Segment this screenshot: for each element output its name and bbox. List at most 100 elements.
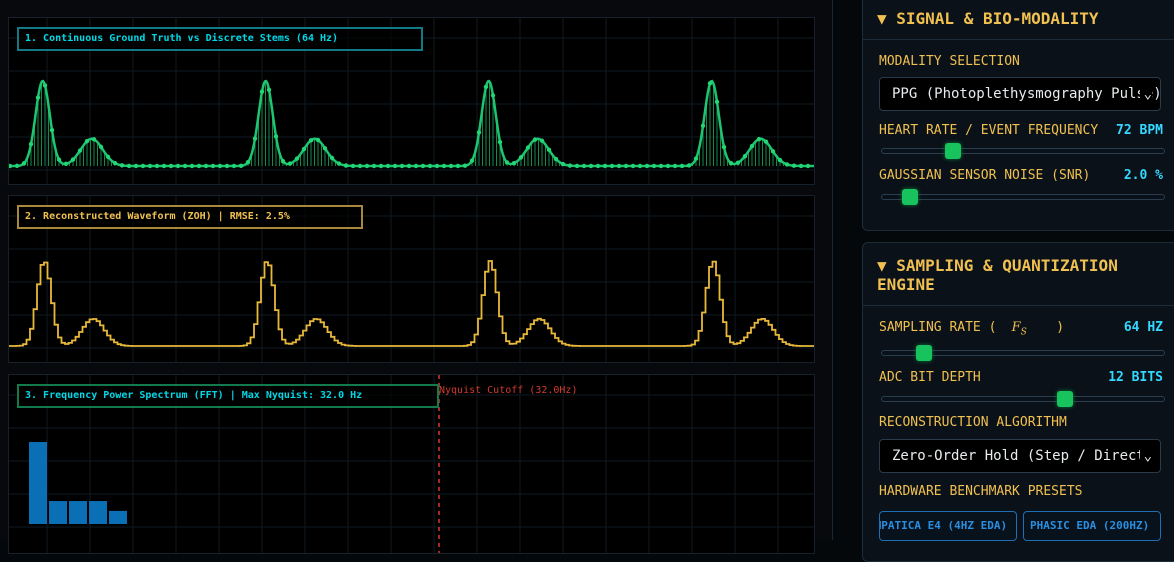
noise-label: GAUSSIAN SENSOR NOISE (SNR) bbox=[879, 168, 1091, 183]
algorithm-select[interactable]: Zero-Order Hold (Step / Direct) ⌄ bbox=[879, 439, 1161, 473]
preset-button-phasic[interactable]: PHASIC EDA (200HZ) bbox=[1023, 511, 1161, 541]
chevron-down-icon: ⌄ bbox=[1139, 78, 1152, 110]
noise-slider[interactable] bbox=[881, 189, 1165, 205]
sample-marker bbox=[91, 137, 97, 142]
noise-slider-thumb[interactable] bbox=[902, 189, 919, 205]
sample-marker bbox=[245, 159, 251, 165]
sample-marker bbox=[371, 163, 377, 169]
ground-truth-title: 1. Continuous Ground Truth vs Discrete S… bbox=[17, 27, 423, 51]
sample-marker bbox=[182, 163, 188, 169]
sample-marker bbox=[315, 137, 321, 143]
zoh-waveform-line bbox=[9, 260, 814, 347]
sample-marker bbox=[567, 163, 573, 168]
sample-marker bbox=[434, 163, 440, 169]
sample-marker bbox=[756, 136, 762, 142]
sample-marker bbox=[490, 93, 496, 98]
sampling-panel: ▼ SAMPLING & QUANTIZATION ENGINE SAMPLIN… bbox=[862, 242, 1174, 562]
sample-marker bbox=[154, 163, 160, 169]
sampling-panel-title[interactable]: ▼ SAMPLING & QUANTIZATION ENGINE bbox=[877, 256, 1167, 294]
plots-column: 1. Continuous Ground Truth vs Discrete S… bbox=[0, 0, 833, 554]
sample-marker bbox=[721, 144, 727, 150]
sample-marker bbox=[644, 163, 650, 169]
sample-marker bbox=[413, 163, 419, 169]
sample-marker bbox=[553, 156, 559, 162]
sample-marker bbox=[49, 127, 55, 133]
sample-marker bbox=[336, 161, 342, 166]
ground-truth-line bbox=[9, 79, 814, 168]
heart-rate-slider[interactable] bbox=[881, 143, 1165, 159]
sample-marker bbox=[462, 163, 468, 168]
sample-marker bbox=[805, 163, 811, 169]
sampling-rate-slider-thumb[interactable] bbox=[916, 345, 933, 361]
sample-marker bbox=[70, 157, 76, 162]
sample-marker bbox=[798, 163, 804, 169]
sample-marker bbox=[763, 139, 769, 144]
sample-marker bbox=[77, 148, 83, 153]
sample-marker bbox=[399, 163, 405, 169]
sample-marker bbox=[616, 163, 622, 169]
sample-marker bbox=[539, 138, 545, 143]
sample-marker bbox=[686, 163, 692, 168]
reconstructed-title: 2. Reconstructed Waveform (ZOH) | RMSE: … bbox=[17, 205, 363, 229]
preset-button-label: EMPATICA E4 (4HZ EDA) bbox=[879, 519, 1008, 532]
sample-marker bbox=[42, 83, 48, 88]
bit-depth-slider-thumb[interactable] bbox=[1057, 391, 1074, 407]
sample-marker bbox=[14, 163, 20, 169]
bit-depth-value: 12 BITS bbox=[1108, 370, 1163, 385]
sample-marker bbox=[56, 157, 62, 162]
sample-marker bbox=[693, 156, 699, 161]
bit-depth-label: ADC BIT DEPTH bbox=[879, 370, 981, 385]
spectrum-plot: 3. Frequency Power Spectrum (FFT) | Max … bbox=[8, 374, 815, 554]
sample-marker bbox=[364, 163, 370, 169]
sample-marker bbox=[525, 145, 531, 150]
preset-button-label: PHASIC EDA (200HZ) bbox=[1030, 519, 1150, 532]
sample-marker bbox=[532, 137, 538, 142]
sample-marker bbox=[385, 163, 391, 169]
noise-value: 2.0 % bbox=[1123, 168, 1163, 183]
sampling-rate-label-text: SAMPLING RATE ( bbox=[879, 320, 997, 335]
chevron-down-icon: ⌄ bbox=[1139, 440, 1152, 472]
control-column: ▼ SIGNAL & BIO-MODALITY MODALITY SELECTI… bbox=[848, 0, 1174, 562]
sample-marker bbox=[679, 163, 685, 169]
sample-marker bbox=[658, 163, 664, 169]
heart-rate-slider-thumb[interactable] bbox=[944, 143, 961, 159]
sample-marker bbox=[700, 123, 706, 128]
sample-marker bbox=[259, 89, 265, 94]
nyquist-cutoff-label: Nyquist Cutoff (32.0Hz) bbox=[439, 385, 578, 396]
signal-panel-title[interactable]: ▼ SIGNAL & BIO-MODALITY bbox=[877, 9, 1167, 28]
sample-marker bbox=[357, 163, 363, 169]
sample-marker bbox=[301, 146, 307, 152]
sample-marker bbox=[707, 81, 713, 86]
sample-marker bbox=[581, 163, 587, 169]
sample-marker bbox=[210, 163, 216, 169]
preset-button-empatica[interactable]: EMPATICA E4 (4HZ EDA) bbox=[879, 511, 1017, 541]
sample-marker bbox=[147, 163, 153, 169]
sample-marker bbox=[308, 138, 314, 143]
spectrum-bar bbox=[29, 442, 47, 524]
sample-marker bbox=[651, 163, 657, 169]
sample-marker bbox=[623, 163, 629, 169]
sample-marker bbox=[560, 161, 566, 167]
sample-marker bbox=[322, 146, 328, 151]
sample-marker bbox=[455, 163, 461, 169]
fs-symbol-main: F bbox=[1011, 320, 1021, 335]
sample-marker bbox=[273, 134, 279, 139]
modality-select-value: PPG (Photoplethysmography Pulse) bbox=[892, 86, 1161, 102]
sample-marker bbox=[21, 161, 27, 166]
ground-truth-plot: 1. Continuous Ground Truth vs Discrete S… bbox=[8, 17, 815, 185]
sample-marker bbox=[140, 163, 146, 169]
bit-depth-slider[interactable] bbox=[881, 391, 1165, 407]
modality-label: MODALITY SELECTION bbox=[879, 54, 1020, 69]
sample-marker bbox=[784, 162, 790, 167]
sample-marker bbox=[28, 141, 34, 147]
sample-marker bbox=[770, 149, 776, 154]
modality-select[interactable]: PPG (Photoplethysmography Pulse) ⌄ bbox=[879, 77, 1161, 111]
sample-marker bbox=[294, 156, 300, 161]
spectrum-bar bbox=[49, 501, 67, 524]
sample-marker bbox=[574, 163, 580, 169]
sample-marker bbox=[777, 157, 783, 163]
sampling-rate-slider[interactable] bbox=[881, 345, 1165, 361]
spectrum-title: 3. Frequency Power Spectrum (FFT) | Max … bbox=[17, 384, 439, 408]
sample-marker bbox=[672, 163, 678, 169]
sample-marker bbox=[196, 163, 202, 169]
